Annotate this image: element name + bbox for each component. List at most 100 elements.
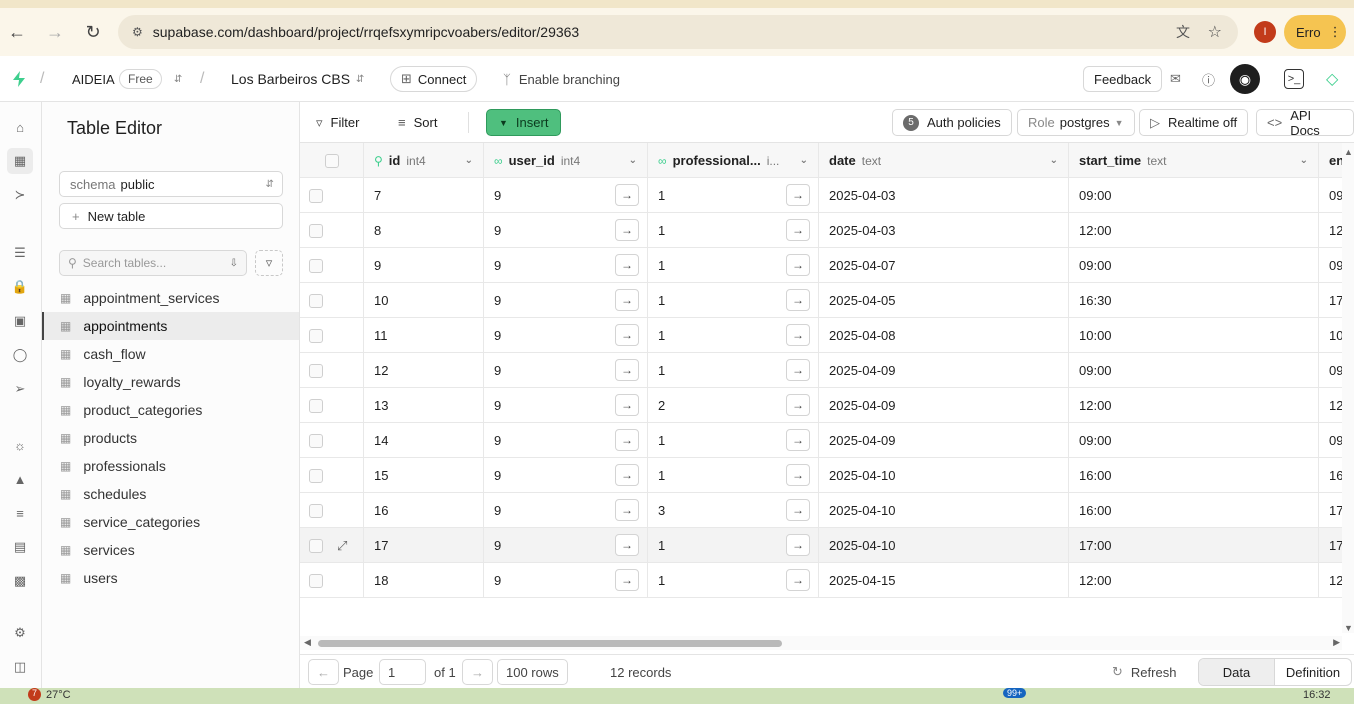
table-cell[interactable]: 16:30 [1069, 283, 1319, 318]
role-selector[interactable]: Role postgres ▼ [1017, 109, 1135, 136]
table-cell[interactable]: 9 [364, 248, 484, 283]
foreign-key-arrow-icon[interactable]: → [786, 289, 810, 311]
logs-list-icon[interactable]: ≡ [9, 502, 31, 524]
forward-icon[interactable]: → [41, 18, 69, 46]
table-cell[interactable]: 17 [364, 528, 484, 563]
foreign-key-arrow-icon[interactable]: → [615, 499, 639, 521]
foreign-key-arrow-icon[interactable]: → [786, 324, 810, 346]
table-cell[interactable]: 9 → [484, 213, 648, 248]
foreign-key-arrow-icon[interactable]: → [786, 394, 810, 416]
table-cell[interactable]: 16:00 [1069, 458, 1319, 493]
bookmark-star-icon[interactable]: ☆ [1208, 22, 1222, 42]
foreign-key-arrow-icon[interactable]: → [615, 359, 639, 381]
sidebar-item-users[interactable]: ▦ users [42, 564, 299, 592]
profile-avatar[interactable]: I [1254, 21, 1276, 43]
org-name[interactable]: AIDEIA [72, 56, 115, 102]
sidebar-item-service-categories[interactable]: ▦ service_categories [42, 508, 299, 536]
table-cell[interactable]: 09 [1319, 248, 1342, 283]
table-cell[interactable]: 8 [364, 213, 484, 248]
foreign-key-arrow-icon[interactable]: → [786, 464, 810, 486]
row-checkbox[interactable] [309, 433, 323, 448]
site-info-icon[interactable]: ⚙ [132, 25, 143, 39]
table-cell[interactable]: 2025-04-03 [819, 213, 1069, 248]
column-header-professional[interactable]: ∞ professional... i... ⌄ [648, 143, 819, 178]
help-icon[interactable]: ⓘ [1202, 56, 1215, 102]
assistant-icon[interactable]: ◇ [1326, 56, 1338, 102]
foreign-key-arrow-icon[interactable]: → [786, 219, 810, 241]
table-cell[interactable]: 2025-04-09 [819, 353, 1069, 388]
table-cell[interactable]: 12:00 [1069, 563, 1319, 598]
row-checkbox[interactable] [309, 398, 323, 413]
scroll-right-arrow-icon[interactable]: ▶ [1333, 637, 1340, 648]
table-cell[interactable]: 9 → [484, 493, 648, 528]
edge-functions-icon[interactable]: ➢ [9, 378, 31, 400]
realtime-toggle-button[interactable]: ▷ Realtime off [1139, 109, 1249, 136]
expand-row-icon[interactable]: ⤢ [337, 538, 347, 554]
foreign-key-arrow-icon[interactable]: → [615, 184, 639, 206]
reports-icon[interactable]: ▲ [9, 468, 31, 490]
table-cell[interactable]: 2025-04-07 [819, 248, 1069, 283]
table-cell[interactable]: 9 → [484, 178, 648, 213]
table-cell[interactable]: 9 → [484, 388, 648, 423]
auth-lock-icon[interactable]: 🔒 [9, 276, 31, 298]
foreign-key-arrow-icon[interactable]: → [786, 359, 810, 381]
schema-select[interactable]: schema public ⇵ [59, 171, 283, 197]
tab-definition[interactable]: Definition [1275, 659, 1351, 685]
row-checkbox[interactable] [309, 223, 323, 238]
chevron-down-icon[interactable]: ⌄ [465, 155, 473, 166]
column-header-en[interactable]: en [1319, 143, 1342, 178]
table-cell[interactable]: 16 [1319, 458, 1342, 493]
sidebar-item-products[interactable]: ▦ products [42, 424, 299, 452]
profile-error-pill[interactable]: Erro ⋮ [1284, 15, 1346, 49]
table-row[interactable]: 13 9 → 2 → 2025-04-09 12:00 12 [300, 388, 1342, 423]
column-header-start_time[interactable]: start_time text ⌄ [1069, 143, 1319, 178]
foreign-key-arrow-icon[interactable]: → [615, 324, 639, 346]
table-cell[interactable]: 2025-04-09 [819, 423, 1069, 458]
foreign-key-arrow-icon[interactable]: → [786, 569, 810, 591]
enable-branching-button[interactable]: ᛉ Enable branching [503, 56, 620, 102]
collapse-sidebar-icon[interactable]: ◫ [9, 656, 31, 678]
table-cell[interactable]: 9 → [484, 563, 648, 598]
table-cell[interactable]: 9 → [484, 318, 648, 353]
table-cell[interactable]: 12 [1319, 213, 1342, 248]
inbox-icon[interactable]: ✉ [1170, 56, 1181, 102]
table-cell[interactable]: 17:00 [1069, 528, 1319, 563]
horizontal-scrollbar[interactable]: ◀ ▶ [300, 636, 1342, 650]
advisors-lightbulb-icon[interactable]: ☼ [9, 434, 31, 456]
table-cell[interactable]: 10 [364, 283, 484, 318]
sidebar-item-schedules[interactable]: ▦ schedules [42, 480, 299, 508]
table-cell[interactable]: 9 → [484, 458, 648, 493]
translate-icon[interactable]: 文 [1176, 22, 1190, 42]
table-row[interactable]: 7 9 → 1 → 2025-04-03 09:00 09 [300, 178, 1342, 213]
foreign-key-arrow-icon[interactable]: → [786, 184, 810, 206]
feedback-button[interactable]: Feedback [1083, 66, 1163, 92]
table-cell[interactable]: 14 [364, 423, 484, 458]
table-row[interactable]: 16 9 → 3 → 2025-04-10 16:00 17 [300, 493, 1342, 528]
table-cell[interactable]: 13 [364, 388, 484, 423]
table-cell[interactable]: 2025-04-10 [819, 458, 1069, 493]
page-input[interactable]: 1 [379, 659, 426, 685]
api-docs-icon[interactable]: ▤ [9, 536, 31, 558]
scroll-left-arrow-icon[interactable]: ◀ [304, 637, 311, 648]
project-name[interactable]: Los Barbeiros CBS [231, 56, 350, 102]
table-cell[interactable]: 9 → [484, 423, 648, 458]
foreign-key-arrow-icon[interactable]: → [615, 289, 639, 311]
table-cell[interactable]: 1 → [648, 423, 819, 458]
foreign-key-arrow-icon[interactable]: → [615, 219, 639, 241]
table-cell[interactable]: 09:00 [1069, 248, 1319, 283]
table-cell[interactable]: 9 → [484, 248, 648, 283]
table-cell[interactable]: 09:00 [1069, 423, 1319, 458]
horizontal-scroll-thumb[interactable] [318, 640, 782, 647]
table-cell[interactable]: 1 → [648, 528, 819, 563]
table-cell[interactable]: 09 [1319, 353, 1342, 388]
table-cell[interactable]: 17 [1319, 283, 1342, 318]
table-cell[interactable]: 1 → [648, 283, 819, 318]
table-cell[interactable]: 10 [1319, 318, 1342, 353]
insert-button[interactable]: ▼ Insert [486, 109, 562, 136]
next-page-button[interactable]: → [462, 659, 493, 685]
storage-icon[interactable]: ▣ [9, 310, 31, 332]
row-checkbox[interactable] [309, 328, 323, 343]
foreign-key-arrow-icon[interactable]: → [786, 499, 810, 521]
sidebar-item-professionals[interactable]: ▦ professionals [42, 452, 299, 480]
row-checkbox[interactable] [309, 468, 323, 483]
